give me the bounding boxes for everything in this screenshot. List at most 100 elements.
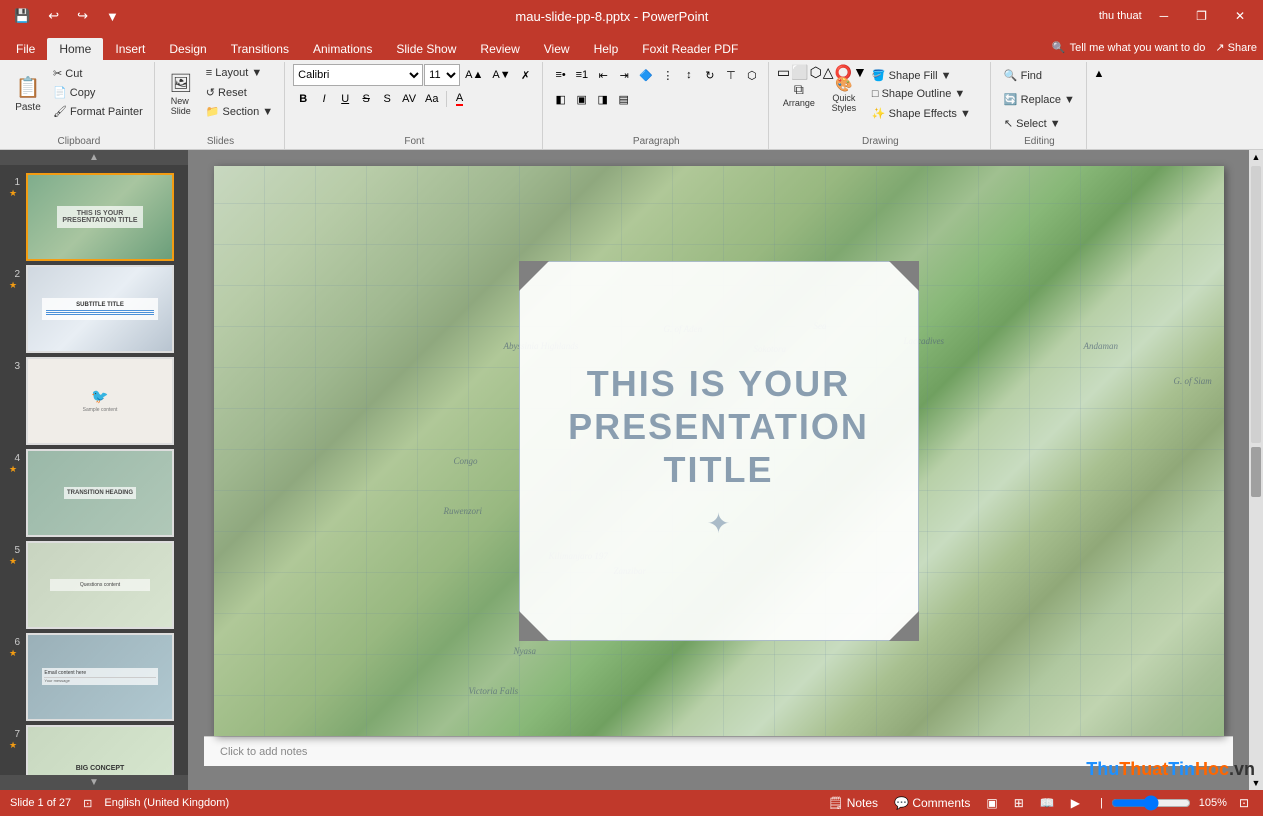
font-size-select[interactable]: 11 bbox=[424, 64, 460, 86]
font-color-button[interactable]: A bbox=[450, 89, 470, 109]
quick-styles-button[interactable]: 🎨 QuickStyles bbox=[822, 74, 866, 114]
justify-button[interactable]: ▤ bbox=[614, 89, 634, 109]
minimize-button[interactable]: ─ bbox=[1150, 5, 1179, 27]
tab-design[interactable]: Design bbox=[157, 38, 218, 60]
slide-canvas[interactable]: Abyssinia Highlands G. of Aden Sokotora … bbox=[214, 166, 1224, 736]
collapse-ribbon-button[interactable]: ▲ bbox=[1089, 64, 1109, 84]
tab-home[interactable]: Home bbox=[47, 38, 103, 60]
char-spacing-button[interactable]: AV bbox=[398, 89, 420, 109]
slide-sorter-button[interactable]: ⊞ bbox=[1010, 794, 1028, 812]
panel-scroll-down[interactable]: ▼ bbox=[89, 777, 99, 788]
normal-view-button[interactable]: ▣ bbox=[982, 794, 1001, 812]
save-button[interactable]: 💾 bbox=[8, 6, 36, 26]
convert-to-smartart-button[interactable]: ⬡ bbox=[742, 65, 762, 85]
align-center-button[interactable]: ▣ bbox=[572, 89, 592, 109]
share-button[interactable]: ↗ Share bbox=[1209, 39, 1263, 56]
presentation-title-box[interactable]: THIS IS YOUR PRESENTATION TITLE ✦ bbox=[519, 261, 919, 641]
text-shadow-button[interactable]: S bbox=[377, 89, 397, 109]
drawing-row2: ⧉ Arrange 🎨 QuickStyles 🪣 Shape Fill ▼ □… bbox=[777, 83, 976, 105]
slideshow-button[interactable]: ▶ bbox=[1067, 794, 1084, 812]
decrease-indent-button[interactable]: ⇤ bbox=[593, 65, 613, 85]
tab-help[interactable]: Help bbox=[582, 38, 631, 60]
font-size-increase-button[interactable]: A▲ bbox=[461, 65, 487, 85]
font-name-select[interactable]: Calibri bbox=[293, 64, 423, 86]
scroll-up-button[interactable]: ▲ bbox=[1250, 150, 1263, 164]
slide-preview-2[interactable]: SUBTITLE TITLE bbox=[26, 265, 174, 353]
comments-button[interactable]: 💬 Comments bbox=[890, 794, 974, 812]
tab-animations[interactable]: Animations bbox=[301, 38, 384, 60]
vertical-scrollbar[interactable]: ▲ ▼ bbox=[1249, 150, 1263, 790]
corner-bl bbox=[519, 611, 549, 641]
tab-foxit[interactable]: Foxit Reader PDF bbox=[630, 38, 750, 60]
bullets-button[interactable]: ≡• bbox=[551, 65, 571, 85]
tab-review[interactable]: Review bbox=[468, 38, 531, 60]
corner-br bbox=[889, 611, 919, 641]
fit-to-window-button[interactable]: ⊡ bbox=[1235, 794, 1253, 812]
copy-button[interactable]: 📄 Copy bbox=[48, 83, 148, 101]
slide-thumb-4[interactable]: 4 ★ TRANSITION HEADING bbox=[6, 449, 182, 537]
underline-button[interactable]: U bbox=[335, 89, 355, 109]
slide-thumb-7[interactable]: 7 ★ BIG CONCEPT 🌿 bbox=[6, 725, 182, 775]
reset-button[interactable]: ↺ Reset bbox=[201, 83, 278, 101]
section-button[interactable]: 📁 Section ▼ bbox=[201, 102, 278, 120]
columns-button[interactable]: ⋮ bbox=[658, 65, 678, 85]
undo-button[interactable]: ↩ bbox=[42, 6, 65, 26]
italic-button[interactable]: I bbox=[314, 89, 334, 109]
font-controls: Calibri 11 A▲ A▼ ✗ B I U S S AV Aa A bbox=[293, 64, 535, 136]
reading-view-button[interactable]: 📖 bbox=[1036, 794, 1059, 812]
scroll-thumb[interactable] bbox=[1251, 447, 1261, 497]
slide-thumb-3[interactable]: 3 🐦 Sample content bbox=[6, 357, 182, 445]
slide-thumb-6[interactable]: 6 ★ Email content here Your message bbox=[6, 633, 182, 721]
slide-preview-6[interactable]: Email content here Your message bbox=[26, 633, 174, 721]
numbering-button[interactable]: ≡1 bbox=[572, 65, 593, 85]
slide-thumb-1[interactable]: 1 ★ THIS IS YOUR PRESENTATION TITLE bbox=[6, 173, 182, 261]
close-button[interactable]: ✕ bbox=[1225, 5, 1255, 27]
align-text-button[interactable]: ⊤ bbox=[721, 65, 741, 85]
increase-indent-button[interactable]: ⇥ bbox=[614, 65, 634, 85]
customize-qat-button[interactable]: ▼ bbox=[100, 7, 125, 26]
line-spacing-button[interactable]: ↕ bbox=[679, 65, 699, 85]
tab-insert[interactable]: Insert bbox=[103, 38, 157, 60]
new-slide-button[interactable]: 🖼 NewSlide bbox=[163, 64, 199, 124]
text-direction-button[interactable]: ↻ bbox=[700, 65, 720, 85]
zoom-slider[interactable] bbox=[1111, 795, 1191, 811]
align-right-button[interactable]: ◨ bbox=[593, 89, 613, 109]
slide-thumb-5[interactable]: 5 ★ Questions content bbox=[6, 541, 182, 629]
slide-preview-1[interactable]: THIS IS YOUR PRESENTATION TITLE bbox=[26, 173, 174, 261]
ribbon-toolbar: 📋 Paste ✂ Cut 📄 Copy 🖌 Format Painter Cl… bbox=[0, 60, 1263, 150]
watermark: ThuThuatTinHoc.vn bbox=[1086, 759, 1255, 780]
tab-file[interactable]: File bbox=[4, 38, 47, 60]
cut-button[interactable]: ✂ Cut bbox=[48, 64, 148, 82]
strikethrough-button[interactable]: S bbox=[356, 89, 376, 109]
notes-button[interactable]: 🗒 Notes bbox=[824, 794, 882, 812]
format-painter-button[interactable]: 🖌 Format Painter bbox=[48, 102, 148, 120]
clear-format-button[interactable]: ✗ bbox=[516, 65, 536, 85]
redo-button[interactable]: ↪ bbox=[71, 6, 94, 26]
tab-view[interactable]: View bbox=[532, 38, 582, 60]
panel-scroll-up[interactable]: ▲ bbox=[89, 152, 99, 163]
paste-button[interactable]: 📋 Paste bbox=[10, 64, 46, 124]
slide-preview-7[interactable]: BIG CONCEPT 🌿 bbox=[26, 725, 174, 775]
arrange-button[interactable]: ⧉ Arrange bbox=[777, 74, 821, 114]
change-case-button[interactable]: Aa bbox=[421, 89, 442, 109]
shape-outline-button[interactable]: □ Shape Outline ▼ bbox=[867, 85, 976, 103]
notes-bar[interactable]: Click to add notes bbox=[204, 736, 1233, 766]
slide-preview-3[interactable]: 🐦 Sample content bbox=[26, 357, 174, 445]
slide-thumb-2[interactable]: 2 ★ SUBTITLE TITLE bbox=[6, 265, 182, 353]
replace-button[interactable]: 🔄 Replace ▼ bbox=[999, 88, 1080, 110]
shape-fill-button[interactable]: 🪣 Shape Fill ▼ bbox=[867, 66, 976, 84]
corner-tr bbox=[889, 261, 919, 291]
slide-preview-4[interactable]: TRANSITION HEADING bbox=[26, 449, 174, 537]
shape-effects-button[interactable]: ✨ Shape Effects ▼ bbox=[867, 104, 976, 122]
tab-transitions[interactable]: Transitions bbox=[219, 38, 301, 60]
layout-button[interactable]: ≡ Layout ▼ bbox=[201, 64, 278, 82]
align-left-button[interactable]: ◧ bbox=[551, 89, 571, 109]
bold-button[interactable]: B bbox=[293, 89, 313, 109]
find-button[interactable]: 🔍 Find bbox=[999, 64, 1047, 86]
select-button[interactable]: ↖ Select ▼ bbox=[999, 112, 1066, 134]
restore-button[interactable]: ❐ bbox=[1186, 5, 1217, 27]
font-size-decrease-button[interactable]: A▼ bbox=[488, 65, 514, 85]
slide-preview-5[interactable]: Questions content bbox=[26, 541, 174, 629]
tab-slideshow[interactable]: Slide Show bbox=[384, 38, 468, 60]
smart-art-button[interactable]: 🔷 bbox=[635, 65, 657, 85]
